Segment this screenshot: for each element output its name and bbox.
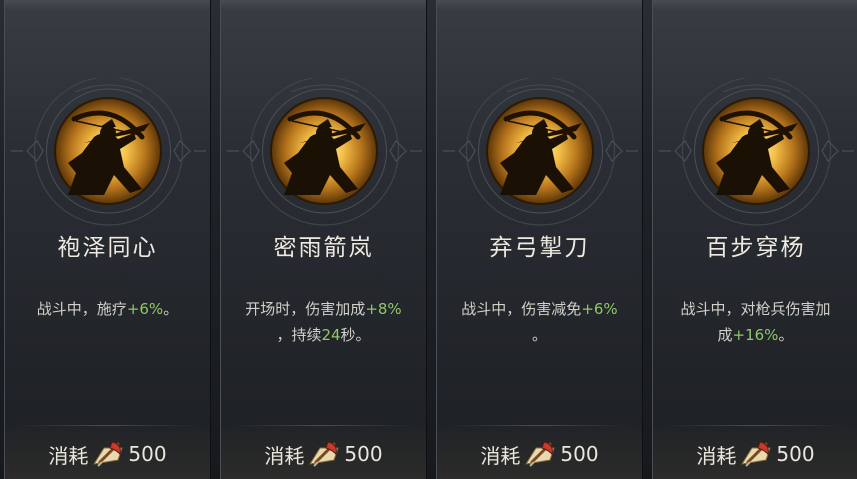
cost-value: 500 <box>128 442 167 466</box>
archer-icon <box>54 97 162 205</box>
cost-label: 消耗 <box>264 443 305 468</box>
cost-bar: 消耗 500 <box>437 425 642 479</box>
axe-icon <box>308 440 340 468</box>
card-emblem <box>5 78 211 238</box>
axe-icon <box>524 440 556 468</box>
duration-value: 24 <box>321 326 341 344</box>
archer-icon <box>270 97 378 205</box>
skill-card[interactable]: 袍泽同心 战斗中，施疗+6%。 消耗 500 <box>4 0 211 479</box>
skill-description: 战斗中，对枪兵伤害加 成+16%。 <box>680 300 831 344</box>
skill-card[interactable]: 百步穿杨 战斗中，对枪兵伤害加 成+16%。 消耗 500 <box>652 0 857 479</box>
cost-value: 500 <box>344 442 383 466</box>
cost-label: 消耗 <box>696 443 737 468</box>
archer-icon <box>702 97 810 205</box>
bonus-value: +16% <box>732 326 779 344</box>
cost-bar: 消耗 500 <box>221 425 426 479</box>
cost-value: 500 <box>776 442 815 466</box>
skill-card[interactable]: 密雨箭岚 开场时，伤害加成+8% ，持续24秒。 消耗 500 <box>220 0 427 479</box>
skill-card[interactable]: 弃弓掣刀 战斗中，伤害减免+6% 。 消耗 500 <box>436 0 643 479</box>
bonus-value: +6% <box>126 300 164 318</box>
axe-icon <box>740 440 772 468</box>
skill-name: 弃弓掣刀 <box>489 235 590 261</box>
cost-bar: 消耗 500 <box>5 425 210 479</box>
card-emblem <box>221 78 427 238</box>
skill-selection-panel: 袍泽同心 战斗中，施疗+6%。 消耗 500 密雨箭岚 开场时，伤害加成+8% … <box>0 0 857 479</box>
bonus-value: +8% <box>365 300 402 318</box>
skill-name: 袍泽同心 <box>57 235 158 261</box>
cost-label: 消耗 <box>48 443 89 468</box>
skill-description: 开场时，伤害加成+8% ，持续24秒。 <box>245 300 402 344</box>
skill-description: 战斗中，伤害减免+6% 。 <box>461 300 618 344</box>
axe-icon <box>92 440 124 468</box>
archer-icon <box>486 97 594 205</box>
skill-description: 战斗中，施疗+6%。 <box>36 300 179 318</box>
cost-bar: 消耗 500 <box>653 425 857 479</box>
card-emblem <box>653 78 857 238</box>
cost-label: 消耗 <box>480 443 521 468</box>
cost-value: 500 <box>560 442 599 466</box>
card-emblem <box>437 78 643 238</box>
skill-name: 百步穿杨 <box>705 235 806 261</box>
bonus-value: +6% <box>581 300 618 318</box>
skill-name: 密雨箭岚 <box>273 235 374 261</box>
